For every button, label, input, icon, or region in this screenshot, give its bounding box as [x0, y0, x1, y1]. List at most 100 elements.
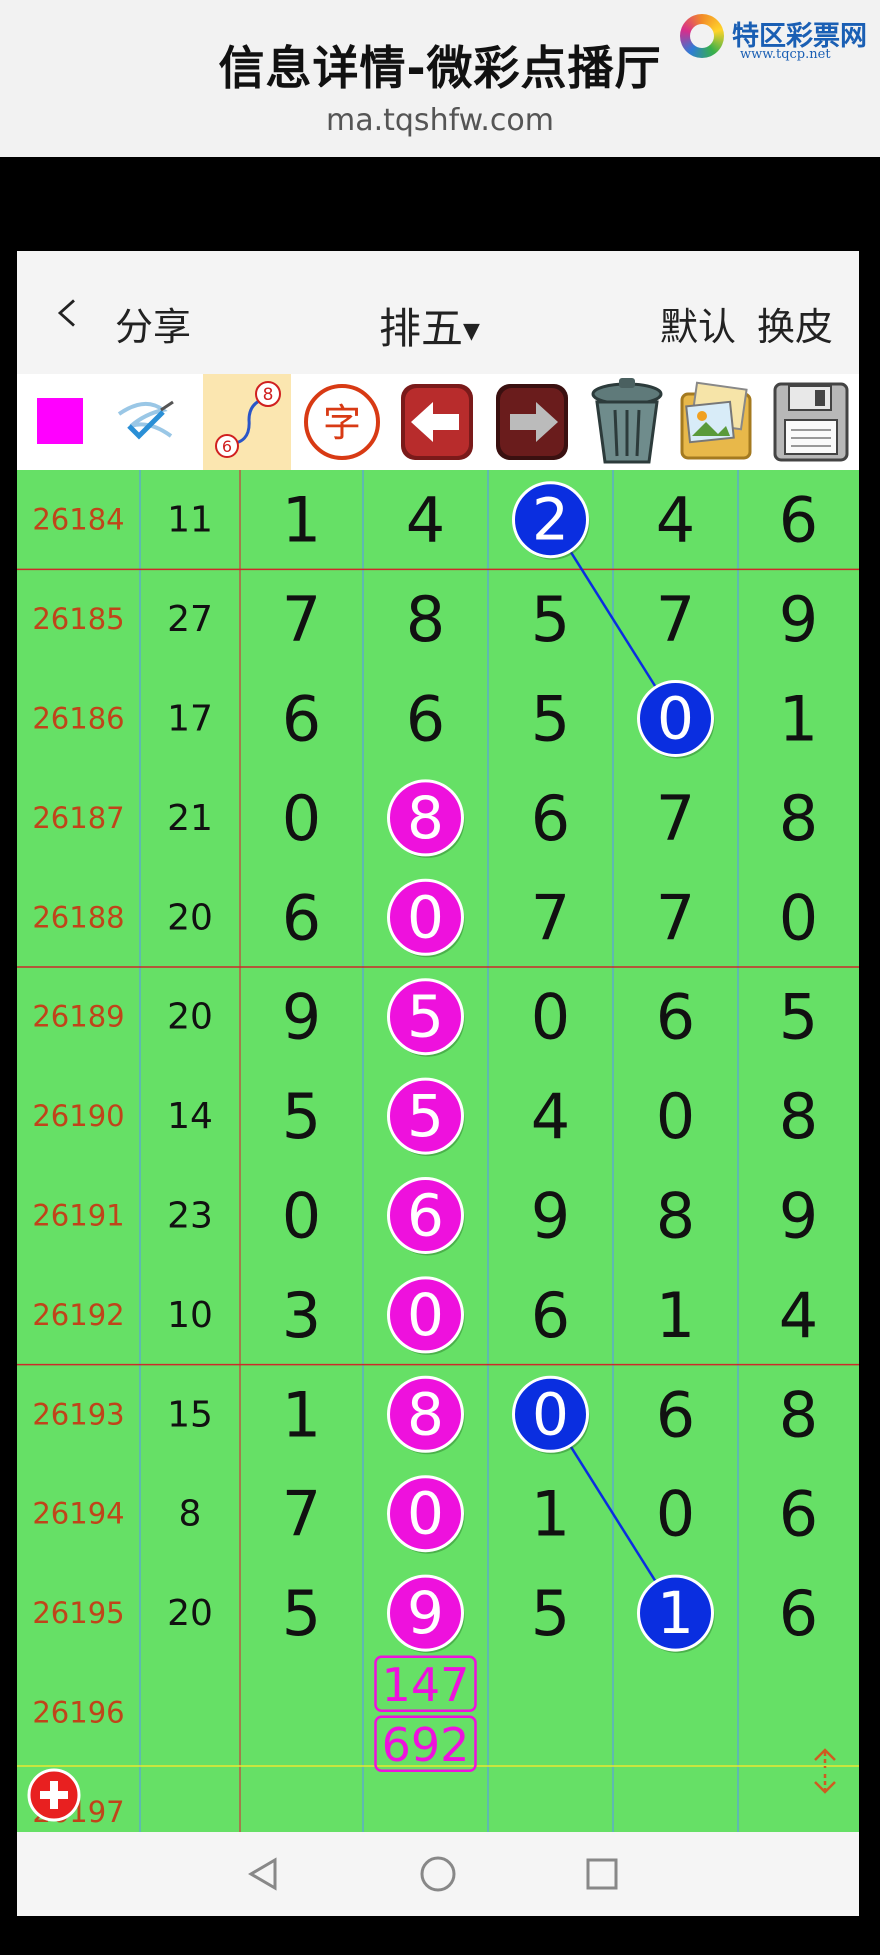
issue-number: 26184: [32, 503, 124, 537]
trash-icon[interactable]: [583, 374, 671, 470]
issue-number: 26190: [32, 1099, 124, 1133]
digit-value: 7: [656, 583, 695, 656]
back-arrow-icon[interactable]: [53, 299, 81, 327]
digit-value: 3: [282, 1279, 321, 1352]
issue-number: 26191: [32, 1199, 124, 1233]
pen-stroke-icon[interactable]: [105, 374, 193, 470]
digit-value: 9: [779, 1180, 818, 1253]
prediction-value: 147: [382, 1658, 470, 1712]
table-row: 26192 10 3 0 6 1 4: [32, 1276, 818, 1355]
color-swatch-icon[interactable]: [17, 374, 105, 470]
digit-value: 5: [407, 983, 444, 1051]
digit-value: 4: [779, 1279, 818, 1352]
digit-value: 7: [531, 881, 570, 954]
digit-value: 6: [407, 1182, 444, 1250]
site-logo: 特区彩票网 www.tqcp.net: [680, 14, 875, 64]
prediction-value: 692: [382, 1718, 470, 1772]
digit-value: 5: [531, 683, 570, 756]
system-nav-bar: [17, 1832, 859, 1916]
digit-value: 5: [282, 1577, 321, 1650]
digit-value: 4: [656, 484, 695, 557]
digit-value: 1: [282, 1378, 321, 1451]
logo-site: www.tqcp.net: [740, 47, 831, 62]
table-row: 26196: [32, 1696, 124, 1730]
digit-value: 7: [282, 1478, 321, 1551]
game-title: 排五: [379, 304, 464, 353]
home-circle-icon[interactable]: [420, 1856, 456, 1892]
digit-value: 0: [531, 981, 570, 1054]
photos-icon[interactable]: [672, 374, 760, 470]
digit-value: 8: [656, 1180, 695, 1253]
digit-value: 1: [657, 1579, 694, 1647]
digit-value: 2: [532, 486, 569, 554]
digit-value: 5: [407, 1082, 444, 1150]
plus-circle-icon[interactable]: [27, 1768, 81, 1822]
sum-value: 20: [167, 897, 213, 938]
digit-value: 1: [779, 683, 818, 756]
sum-value: 20: [167, 997, 213, 1038]
back-triangle-icon[interactable]: [248, 1857, 277, 1891]
digit-value: 8: [407, 784, 444, 852]
sum-value: 15: [167, 1394, 213, 1435]
digit-value: 8: [779, 1080, 818, 1153]
sum-value: 14: [167, 1096, 213, 1137]
digit-value: 6: [531, 1279, 570, 1352]
default-button[interactable]: 默认: [660, 296, 736, 351]
page-url: ma.tqshfw.com: [325, 103, 555, 138]
table-row: 26191 23 0 6 9 8 9: [32, 1177, 818, 1256]
digit-value: 6: [656, 981, 695, 1054]
digit-value: 5: [531, 583, 570, 656]
change-skin-button[interactable]: 换皮: [757, 296, 833, 351]
issue-number: 26186: [32, 702, 124, 736]
digit-value: 9: [531, 1180, 570, 1253]
expand-arrows-icon[interactable]: [814, 1748, 836, 1794]
logo-swirl-icon: [680, 14, 724, 58]
digit-value: 8: [406, 583, 445, 656]
char-zi-icon[interactable]: 字: [298, 374, 386, 470]
sum-value: 11: [167, 500, 213, 541]
dropdown-caret-icon: ▼: [463, 319, 480, 344]
issue-number: 26188: [32, 900, 124, 934]
digit-value: 0: [656, 1478, 695, 1551]
sum-value: 17: [167, 699, 213, 740]
digit-value: 7: [656, 782, 695, 855]
trend-grid: 26184 11 1 4 2 4 626185 27 7 8 5 7 926186 17 6 6 5 0 12618…: [17, 470, 859, 1916]
digit-value: 0: [657, 685, 694, 753]
digit-value: 0: [282, 782, 321, 855]
digit-value: 1: [656, 1279, 695, 1352]
digit-value: 6: [779, 1478, 818, 1551]
sum-value: 27: [167, 599, 213, 640]
browser-header: 信息详情-微彩点播厅 ma.tqshfw.com 特区彩票网 www.tqcp.…: [0, 0, 880, 157]
sum-value: 8: [179, 1494, 202, 1535]
digit-value: 6: [406, 683, 445, 756]
table-row: 26186 17 6 6 5 0 1: [32, 680, 818, 759]
issue-number: 26195: [32, 1596, 124, 1630]
issue-number: 26192: [32, 1298, 124, 1332]
sum-value: 10: [167, 1295, 213, 1336]
digit-value: 7: [282, 583, 321, 656]
curve-6-8-icon[interactable]: 8 6: [203, 374, 291, 470]
arrow-right-icon[interactable]: [488, 374, 576, 470]
toolbar: 8 6 字: [17, 374, 859, 470]
sum-value: 21: [167, 798, 213, 839]
trend-board[interactable]: 26184 11 1 4 2 4 6 26185 27 7 8 5 7 9 26186 17 6 6 5 0 1 2618…: [17, 470, 859, 1916]
digit-value: 0: [407, 1281, 444, 1349]
table-row: 26190 14 5 5 4 0 8: [32, 1077, 818, 1157]
game-selector[interactable]: 排五▼: [379, 295, 480, 356]
floppy-disk-icon[interactable]: [767, 374, 855, 470]
digit-value: 8: [407, 1380, 444, 1448]
table-row: 26189 20 9 5 0 6 5: [32, 978, 818, 1057]
share-button[interactable]: 分享: [115, 296, 191, 351]
issue-number: 26185: [32, 602, 124, 636]
digit-value: 0: [779, 881, 818, 954]
arrow-left-icon[interactable]: [393, 374, 481, 470]
app-header: 分享 排五▼ 默认 换皮: [17, 251, 859, 374]
table-row: 26187 21 0 8 6 7 8: [32, 779, 818, 858]
table-row: 26184 11 1 4 2 4 6: [32, 481, 818, 560]
sum-value: 20: [167, 1593, 213, 1634]
recents-square-icon[interactable]: [586, 1858, 618, 1890]
svg-text:8: 8: [263, 385, 274, 405]
sum-value: 23: [167, 1196, 213, 1237]
digit-value: 4: [406, 484, 445, 557]
digit-value: 8: [779, 1378, 818, 1451]
